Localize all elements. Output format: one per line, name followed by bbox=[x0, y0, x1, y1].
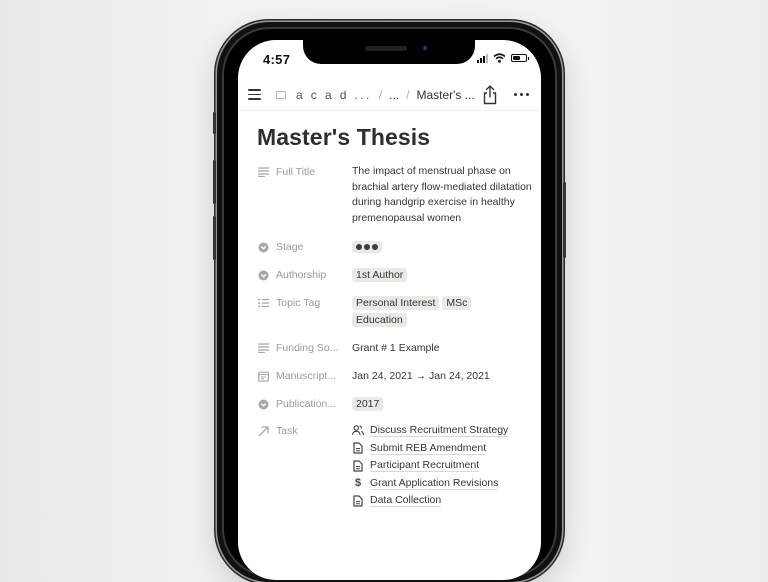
full-title-value[interactable]: The impact of menstrual phase on brachia… bbox=[352, 164, 532, 226]
phone-frame: 4:57 a c a d ... / ... / Master's ... Ma… bbox=[213, 22, 566, 582]
page-title: Master's Thesis bbox=[257, 124, 431, 150]
document-icon bbox=[352, 460, 364, 472]
battery-icon bbox=[511, 54, 529, 62]
tag[interactable]: 2017 bbox=[352, 397, 384, 411]
screen: 4:57 a c a d ... / ... / Master's ... Ma… bbox=[238, 40, 541, 580]
share-icon[interactable] bbox=[481, 84, 499, 106]
property-name[interactable]: Manuscript... bbox=[257, 370, 347, 382]
breadcrumb-item-ellipsis[interactable]: ... bbox=[389, 88, 399, 102]
manuscript-date-value[interactable]: Jan 24, 2021 → Jan 24, 2021 bbox=[352, 370, 532, 382]
speaker bbox=[365, 46, 407, 51]
tag[interactable]: MSc bbox=[442, 296, 472, 310]
property-name[interactable]: Task bbox=[257, 425, 347, 437]
more-options-icon[interactable] bbox=[514, 93, 529, 96]
task-item[interactable]: Discuss Recruitment Strategy bbox=[352, 422, 532, 440]
select-icon bbox=[257, 241, 269, 253]
property-name[interactable]: Publication... bbox=[257, 398, 347, 410]
property-name[interactable]: Funding So... bbox=[257, 342, 347, 354]
document-icon bbox=[352, 495, 364, 507]
authorship-value[interactable]: 1st Author bbox=[352, 268, 532, 285]
page-icon bbox=[276, 91, 286, 99]
breadcrumb-item-workspace[interactable]: a c a d ... bbox=[296, 88, 372, 102]
text-lines-icon bbox=[257, 166, 269, 178]
camera bbox=[423, 46, 427, 50]
breadcrumb-separator: / bbox=[406, 88, 410, 102]
tag[interactable]: Education bbox=[352, 313, 407, 327]
property-name[interactable]: Authorship bbox=[257, 269, 347, 281]
power-button bbox=[563, 182, 566, 258]
task-item[interactable]: Data Collection bbox=[352, 492, 532, 510]
document-icon bbox=[352, 442, 364, 454]
notch bbox=[303, 40, 475, 64]
top-navbar: a c a d ... / ... / Master's ... bbox=[238, 80, 541, 111]
property-name[interactable]: Full Title bbox=[257, 166, 347, 178]
dollar-icon: $ bbox=[354, 477, 362, 490]
menu-icon[interactable] bbox=[248, 89, 261, 100]
status-time: 4:57 bbox=[263, 52, 291, 67]
stage-value[interactable] bbox=[352, 241, 532, 253]
publication-value[interactable]: 2017 bbox=[352, 397, 532, 414]
select-icon bbox=[257, 398, 269, 410]
breadcrumb: a c a d ... / ... / Master's ... bbox=[276, 88, 475, 102]
tag[interactable]: 1st Author bbox=[352, 268, 408, 282]
relation-arrow-icon bbox=[257, 425, 269, 437]
task-list: Discuss Recruitment Strategy Submit REB … bbox=[352, 422, 532, 510]
cellular-signal-icon bbox=[477, 53, 488, 63]
volume-down-button bbox=[213, 216, 216, 260]
select-icon bbox=[257, 269, 269, 281]
topic-tag-value[interactable]: Personal Interest MSc Education bbox=[352, 296, 527, 330]
property-name[interactable]: Stage bbox=[257, 241, 347, 253]
text-lines-icon bbox=[257, 342, 269, 354]
wifi-icon bbox=[493, 53, 506, 63]
task-item[interactable]: Submit REB Amendment bbox=[352, 440, 532, 458]
tag[interactable]: Personal Interest bbox=[352, 296, 440, 310]
breadcrumb-item-current[interactable]: Master's ... bbox=[416, 88, 474, 102]
task-item[interactable]: $ Grant Application Revisions bbox=[352, 475, 532, 493]
calendar-icon bbox=[257, 370, 269, 382]
property-name[interactable]: Topic Tag bbox=[257, 297, 347, 309]
status-icons bbox=[477, 53, 529, 63]
volume-up-button bbox=[213, 160, 216, 204]
task-item[interactable]: Participant Recruitment bbox=[352, 457, 532, 475]
stage-tag[interactable] bbox=[352, 241, 382, 253]
multi-select-icon bbox=[257, 297, 269, 309]
funding-source-value[interactable]: Grant # 1 Example bbox=[352, 342, 532, 354]
mute-switch bbox=[213, 112, 216, 134]
people-icon bbox=[352, 425, 364, 437]
breadcrumb-separator: / bbox=[378, 88, 383, 102]
